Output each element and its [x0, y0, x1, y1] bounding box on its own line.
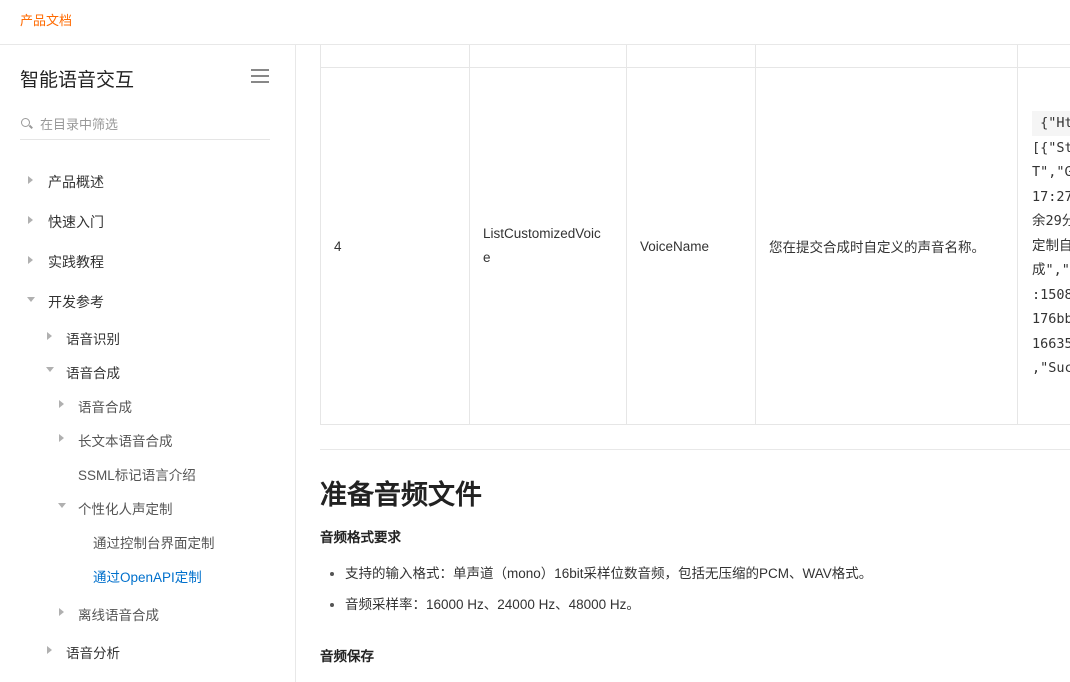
param-description: 您在提交合成时自定义的声音名称。: [755, 67, 1018, 425]
caret-down-icon[interactable]: [58, 503, 66, 508]
caret-right-icon[interactable]: [47, 646, 52, 654]
code-line: 定制自: [1032, 237, 1070, 254]
sidebar-item-speech-synthesis[interactable]: 语音合成: [66, 362, 120, 382]
code-line: 176bb: [1032, 311, 1070, 328]
sidebar-item-quick-start[interactable]: 快速入门: [48, 212, 104, 232]
code-line: T","G: [1032, 164, 1070, 181]
code-line: 余29分: [1032, 213, 1070, 230]
table-row: 4 ListCustomizedVoic e VoiceName 您在提交合成时…: [320, 67, 1070, 425]
caret-right-icon[interactable]: [59, 608, 64, 616]
section-divider: [320, 449, 1070, 450]
list-item: 音频采样率：16000 Hz、24000 Hz、48000 Hz。: [320, 594, 872, 625]
section-title: 准备音频文件: [320, 480, 482, 510]
caret-right-icon[interactable]: [28, 216, 33, 224]
code-block: {"Ht [{"St T","G 17:27 余29分定制自成"," :1508 176bb…: [1032, 111, 1070, 381]
sidebar-item-custom-voice[interactable]: 个性化人声定制: [78, 498, 173, 518]
code-line: 17:27: [1032, 188, 1070, 205]
sidebar-item-console-customize[interactable]: 通过控制台界面定制: [93, 532, 215, 552]
code-line: [{"St: [1032, 139, 1070, 156]
sidebar-item-speech-analysis[interactable]: 语音分析: [66, 642, 120, 662]
api-name-line2: e: [483, 250, 491, 265]
sidebar: 智能语音交互 产品概述 快速入门 实践教程 开发参考 语音识别 语音合成 语音合…: [0, 45, 296, 682]
product-docs-link[interactable]: 产品文档: [20, 10, 72, 29]
caret-right-icon[interactable]: [47, 332, 52, 340]
sidebar-item-dev-reference[interactable]: 开发参考: [48, 292, 104, 312]
sidebar-item-tutorials[interactable]: 实践教程: [48, 252, 104, 272]
code-line: 成",": [1032, 262, 1070, 279]
param-name: VoiceName: [626, 67, 756, 425]
sidebar-item-speech-recognition[interactable]: 语音识别: [66, 328, 120, 348]
caret-right-icon[interactable]: [59, 434, 64, 442]
top-bar: 产品文档: [0, 0, 1070, 45]
row-index: 4: [320, 67, 470, 425]
main-content: 4 ListCustomizedVoic e VoiceName 您在提交合成时…: [296, 45, 1070, 682]
example-code: {"Ht [{"St T","G 17:27 余29分定制自成"," :1508 176bb…: [1017, 67, 1070, 425]
search-icon: [21, 118, 30, 127]
sidebar-item-ssml[interactable]: SSML标记语言介绍: [78, 464, 196, 484]
code-line: 16635: [1032, 335, 1070, 352]
format-list: 支持的输入格式：单声道（mono）16bit采样位数音频，包括无压缩的PCM、W…: [320, 563, 872, 625]
menu-icon[interactable]: [251, 69, 269, 83]
save-heading: 音频保存: [320, 649, 374, 664]
code-line: ,"Suc: [1032, 360, 1070, 377]
filter-input[interactable]: [40, 113, 265, 135]
table-row-prev: [320, 45, 1070, 68]
params-table: 4 ListCustomizedVoic e VoiceName 您在提交合成时…: [320, 45, 1070, 425]
caret-right-icon[interactable]: [59, 400, 64, 408]
sidebar-item-product-overview[interactable]: 产品概述: [48, 172, 104, 192]
sidebar-title: 智能语音交互: [20, 70, 135, 91]
api-name-line1: ListCustomizedVoic: [483, 226, 601, 241]
sidebar-item-offline-synthesis[interactable]: 离线语音合成: [78, 604, 159, 624]
caret-right-icon[interactable]: [28, 256, 33, 264]
code-line: {"Ht: [1032, 111, 1070, 136]
caret-down-icon[interactable]: [27, 297, 35, 302]
sidebar-item-long-text-synthesis[interactable]: 长文本语音合成: [78, 430, 173, 450]
sidebar-item-openapi-customize[interactable]: 通过OpenAPI定制: [93, 566, 202, 586]
code-line: :1508: [1032, 286, 1070, 303]
api-name-cell: ListCustomizedVoic e: [469, 67, 627, 425]
list-item: 支持的输入格式：单声道（mono）16bit采样位数音频，包括无压缩的PCM、W…: [320, 563, 872, 594]
format-heading: 音频格式要求: [320, 530, 401, 545]
sidebar-item-speech-synthesis-sub[interactable]: 语音合成: [78, 396, 132, 416]
caret-right-icon[interactable]: [28, 176, 33, 184]
caret-down-icon[interactable]: [46, 367, 54, 372]
directory-filter: [20, 111, 270, 140]
